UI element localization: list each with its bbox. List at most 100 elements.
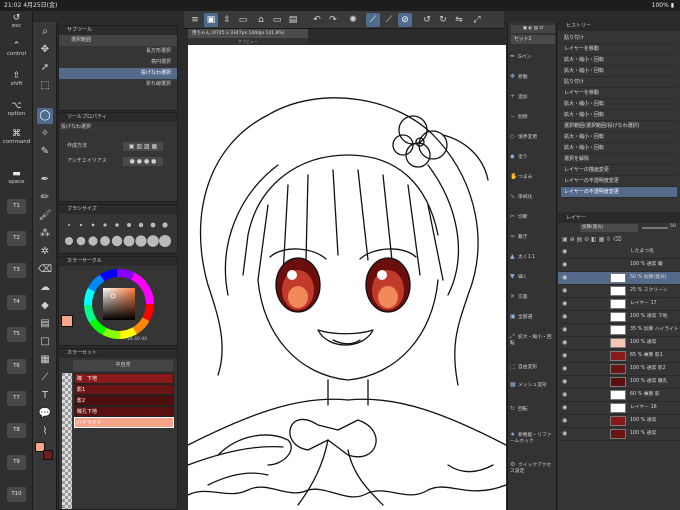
lasso-icon[interactable]: ◯ bbox=[37, 108, 53, 124]
history-item[interactable]: 拡大・縮小・回転 bbox=[561, 66, 677, 77]
drawing-canvas[interactable] bbox=[187, 45, 507, 510]
history-item[interactable]: 選択範囲(選択範囲/投げなわ選択) bbox=[561, 121, 677, 132]
correct-line-icon[interactable]: ⌇ bbox=[37, 424, 53, 440]
airbrush-icon[interactable]: ⁂ bbox=[37, 226, 53, 242]
command-item[interactable]: ∞ 繋ぎ bbox=[510, 234, 556, 241]
eye-icon[interactable]: ◉ bbox=[562, 379, 567, 385]
t7-button[interactable]: T7 bbox=[7, 391, 26, 406]
command-item[interactable]: ◇ 境界変更 bbox=[510, 134, 556, 141]
brush-icon[interactable]: 🖌 bbox=[37, 208, 53, 224]
history-item[interactable]: 拡大・縮小・回転 bbox=[561, 143, 677, 154]
history-item[interactable]: 拡大・縮小・回転 bbox=[561, 110, 677, 121]
eye-icon[interactable]: ◉ bbox=[562, 431, 567, 437]
undo-icon[interactable]: ↶ bbox=[310, 13, 324, 27]
layer-icon[interactable]: ▣ bbox=[204, 13, 218, 27]
eye-icon[interactable]: ◉ bbox=[562, 249, 567, 255]
object-icon[interactable]: ➚ bbox=[37, 60, 53, 76]
layer-row[interactable]: ◉ 25 % スクリーン bbox=[558, 285, 680, 298]
t1-button[interactable]: T1 bbox=[7, 199, 26, 214]
color-set-item[interactable]: 瞳孔下地 bbox=[74, 406, 174, 417]
rotate-right-icon[interactable]: ↻ bbox=[436, 13, 450, 27]
figure-icon[interactable]: □ bbox=[37, 334, 53, 350]
command-item[interactable]: ✥ 移動 bbox=[510, 74, 556, 81]
layer-row[interactable]: ◉ レイヤー 17 bbox=[558, 298, 680, 311]
option-key[interactable]: ⌥ option bbox=[2, 101, 31, 117]
eye-icon[interactable]: ◉ bbox=[562, 275, 567, 281]
blend-icon[interactable]: ☁ bbox=[37, 280, 53, 296]
history-item[interactable]: レイヤーを移動 bbox=[561, 88, 677, 99]
layer-row[interactable]: ◉ 100 % 通常 bbox=[558, 428, 680, 441]
history-item[interactable]: 貼り付け bbox=[561, 33, 677, 44]
subtool-item-rect[interactable]: 長方形選択 bbox=[59, 46, 177, 57]
new-file-icon[interactable]: ▭ bbox=[236, 13, 250, 27]
layer-toolbar[interactable]: ▣ ⊕ ▤ ⊘ ◧ ▦ ⇳ ⌫ bbox=[562, 235, 676, 244]
t3-button[interactable]: T3 bbox=[7, 263, 26, 278]
eye-icon[interactable]: ◉ bbox=[562, 353, 567, 359]
layer-row[interactable]: ◉ 100 % 通常 bbox=[558, 415, 680, 428]
command-item[interactable]: ◆ 塗り bbox=[510, 154, 556, 161]
layer-row[interactable]: ◉ したまつ毛 bbox=[558, 246, 680, 259]
rotate-left-icon[interactable]: ↺ bbox=[420, 13, 434, 27]
command-item[interactable]: ✋つまみ bbox=[510, 174, 556, 181]
history-item[interactable]: レイヤーの描画変更 bbox=[561, 165, 677, 176]
eraser-icon[interactable]: ⌫ bbox=[37, 262, 53, 278]
sub-color-swatch[interactable] bbox=[43, 450, 53, 460]
layer-row[interactable]: ◉ 100 % 通常 影2 bbox=[558, 363, 680, 376]
subtool-item-lasso[interactable]: 投げなわ選択 bbox=[59, 68, 177, 79]
selection-icon[interactable]: ⬚ bbox=[37, 78, 53, 94]
history-item[interactable]: 貼り付け bbox=[561, 77, 677, 88]
eyedropper-icon[interactable]: ✎ bbox=[37, 144, 53, 160]
eye-icon[interactable]: ◉ bbox=[562, 327, 567, 333]
layer-row[interactable]: ◉ 100 % 通常 下地 bbox=[558, 311, 680, 324]
t6-button[interactable]: T6 bbox=[7, 359, 26, 374]
control-key[interactable]: ⌃ control bbox=[2, 41, 31, 57]
eye-icon[interactable]: ◉ bbox=[562, 366, 567, 372]
subtool-item-ellipse[interactable]: 楕円選択 bbox=[59, 57, 177, 68]
command-set-dropdown[interactable]: セット2 bbox=[511, 35, 555, 44]
eye-icon[interactable]: ◉ bbox=[562, 262, 567, 268]
frame-icon[interactable]: ▦ bbox=[37, 352, 53, 368]
menu-icon[interactable]: ≡ bbox=[188, 13, 202, 27]
t9-button[interactable]: T9 bbox=[7, 455, 26, 470]
magic-wand-icon[interactable]: ✧ bbox=[37, 126, 53, 142]
command-item[interactable]: ⚙ クイックアクセス設定 bbox=[510, 462, 556, 475]
fill-icon[interactable]: ◆ bbox=[37, 298, 53, 314]
layer-row[interactable]: ◉ 60 % 乗算 影 bbox=[558, 389, 680, 402]
blend-mode-dropdown[interactable]: 加算(発光) bbox=[580, 224, 638, 232]
layer-row[interactable]: ◉ 35 % 加算 ハイライト bbox=[558, 324, 680, 337]
antialias-buttons[interactable]: ● ● ● ● bbox=[123, 157, 163, 166]
layer-row-selected[interactable]: ◉ 50 % 加算(発光) bbox=[558, 272, 680, 285]
snap-icon[interactable]: ⟋ bbox=[382, 13, 396, 27]
command-item[interactable]: ▦ メッシュ変形 bbox=[510, 382, 556, 389]
history-item[interactable]: 選択を解除 bbox=[561, 154, 677, 165]
history-item[interactable]: レイヤーを移動 bbox=[561, 44, 677, 55]
history-item[interactable]: 拡大・縮小・回転 bbox=[561, 55, 677, 66]
command-item[interactable]: ▼ 細く bbox=[510, 274, 556, 281]
gradient-icon[interactable]: ▤ bbox=[37, 316, 53, 332]
arrange-icon[interactable]: ⇳ bbox=[220, 13, 234, 27]
command-item[interactable]: ▲ 太く1.1 bbox=[510, 254, 556, 261]
opacity-slider[interactable] bbox=[642, 227, 668, 229]
save-icon[interactable]: ▭ bbox=[270, 13, 284, 27]
command-item[interactable]: ✕ 交差 bbox=[510, 294, 556, 301]
text-icon[interactable]: T bbox=[37, 388, 53, 404]
icon-tabs[interactable]: ▣ ◐ ▤ ⇄ bbox=[511, 25, 555, 33]
redo-icon[interactable]: ↷ bbox=[326, 13, 340, 27]
history-item[interactable]: レイヤーの不透明度変更 bbox=[561, 176, 677, 187]
t4-button[interactable]: T4 bbox=[7, 295, 26, 310]
creation-mode-buttons[interactable]: ▣ ▥ ▨ ▦ bbox=[123, 142, 163, 151]
subtool-item-polyline[interactable]: 折れ線選択 bbox=[59, 79, 177, 90]
t10-button[interactable]: T10 bbox=[7, 487, 26, 502]
esc-key[interactable]: ↺ esc bbox=[2, 13, 31, 29]
command-item[interactable]: ✂ 切断 bbox=[510, 214, 556, 221]
command-item[interactable]: ★ 新機能・リファームホック bbox=[510, 432, 556, 445]
shift-key[interactable]: ⇧ shift bbox=[2, 71, 31, 87]
command-item[interactable]: ✒ Gペン bbox=[510, 54, 556, 61]
eye-icon[interactable]: ◉ bbox=[562, 418, 567, 424]
color-set-item[interactable]: 瞳 下地 bbox=[74, 373, 174, 384]
open-icon[interactable]: ⌂ bbox=[254, 13, 268, 27]
snap-grid-icon[interactable]: ⊘ bbox=[398, 13, 412, 27]
history-item-current[interactable]: レイヤーの不透明度変更 bbox=[561, 187, 677, 198]
move-icon[interactable]: ✥ bbox=[37, 42, 53, 58]
ruler-icon[interactable]: ⟋ bbox=[37, 370, 53, 386]
